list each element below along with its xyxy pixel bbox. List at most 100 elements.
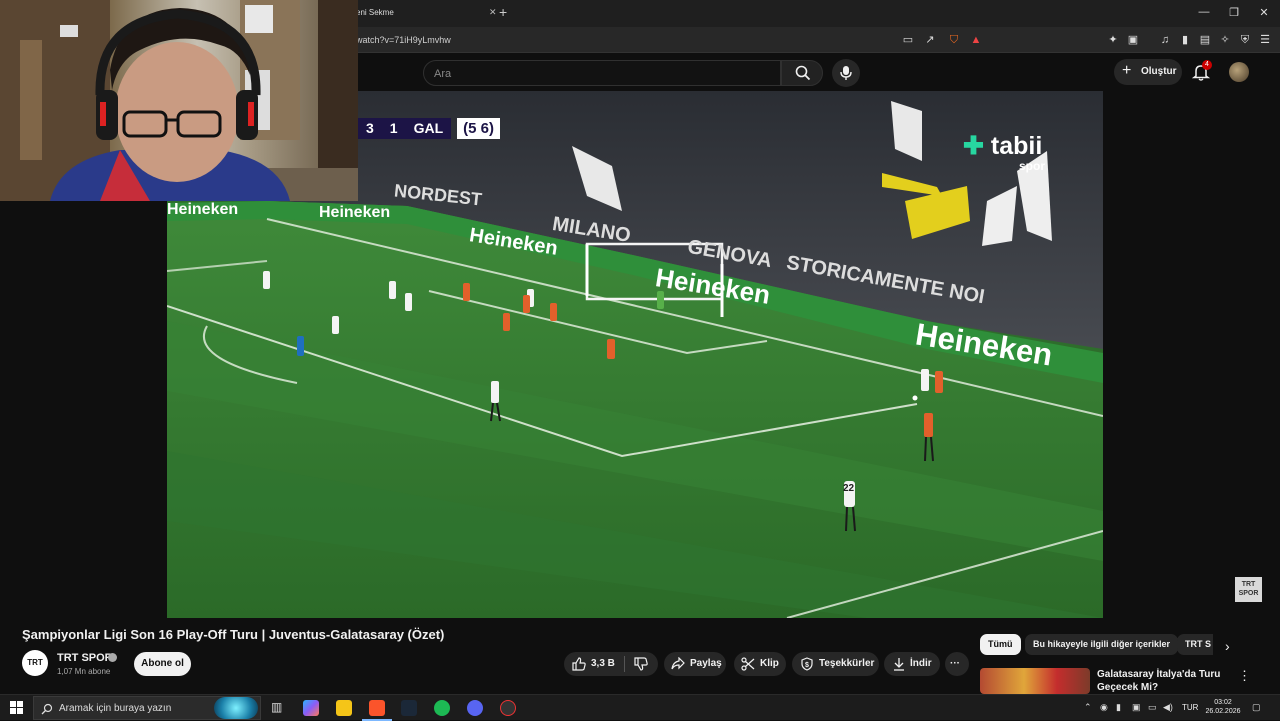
like-button[interactable]: 3,3 B: [564, 652, 622, 676]
recommendation-menu-icon[interactable]: ⋮: [1238, 668, 1251, 684]
channel-avatar[interactable]: TRT: [22, 650, 48, 676]
tray-display-icon[interactable]: ▭: [1148, 702, 1157, 713]
tab-close-icon[interactable]: ✕: [489, 7, 497, 18]
rewards-icon[interactable]: ▲: [969, 33, 983, 47]
share-icon: [671, 657, 685, 670]
search-input[interactable]: Ara: [423, 60, 781, 86]
like-count: 3,3 B: [591, 658, 615, 669]
spotify-app-icon[interactable]: [434, 700, 450, 716]
steam-app-icon[interactable]: [401, 700, 417, 716]
extensions-icon[interactable]: ✦: [1106, 33, 1120, 47]
windows-start-icon[interactable]: [10, 701, 23, 714]
search-button[interactable]: [781, 60, 823, 86]
share-button[interactable]: Paylaş: [664, 652, 726, 676]
cast-icon[interactable]: ▭: [901, 33, 915, 47]
trt-watermark: TRT SPOR: [1235, 577, 1262, 602]
tray-language[interactable]: TUR: [1182, 703, 1198, 712]
account-avatar[interactable]: [1229, 62, 1249, 82]
like-dislike-group: 3,3 B: [564, 652, 658, 676]
broadcaster-logo: ✚ tabii: [963, 131, 1042, 161]
url-field[interactable]: watch?v=71iH9yLmvhw: [356, 35, 451, 45]
screenshot-icon[interactable]: ▣: [1126, 33, 1140, 47]
verified-icon: [108, 653, 117, 662]
notification-badge: 4: [1202, 60, 1212, 70]
new-tab-icon[interactable]: +: [499, 4, 507, 20]
vpn-icon[interactable]: ⛨: [1238, 33, 1252, 47]
tray-mic-icon[interactable]: ▮: [1116, 702, 1121, 713]
tray-time: 03:02: [1214, 699, 1232, 706]
thumbs-up-icon: [572, 657, 586, 671]
tray-volume-icon[interactable]: ◀): [1163, 702, 1173, 713]
close-window-icon[interactable]: ✕: [1257, 6, 1271, 19]
tray-app-icon[interactable]: ◉: [1100, 702, 1108, 713]
like-divider: [624, 656, 625, 672]
brave-shield-icon[interactable]: ⛉: [947, 33, 961, 47]
tray-clock[interactable]: 03:02 26.02.2026: [1205, 698, 1241, 716]
thanks-label: Teşekkürler: [819, 658, 875, 669]
svg-text:$: $: [805, 662, 809, 669]
notification-center-icon[interactable]: ▢: [1252, 702, 1261, 713]
recommendation-thumbnail[interactable]: [980, 668, 1090, 694]
clip-button[interactable]: Klip: [734, 652, 786, 676]
wallet-icon[interactable]: ▤: [1198, 33, 1212, 47]
download-icon: [894, 658, 904, 671]
super-thanks-icon: $: [801, 657, 813, 671]
dislike-button[interactable]: [626, 652, 658, 676]
taskbar-search-icon: [41, 703, 53, 715]
subscriber-count: 1,07 Mn abone: [57, 667, 111, 676]
home-score: 3: [358, 118, 382, 139]
tab-title[interactable]: eni Sekme: [356, 8, 394, 17]
sponsor-board-1: Heineken: [167, 201, 239, 218]
chevron-right-icon[interactable]: ›: [1225, 638, 1230, 654]
subscribe-button[interactable]: Abone ol: [134, 652, 191, 676]
menu-icon[interactable]: ☰: [1258, 33, 1272, 47]
sponsor-board-2: Heineken: [319, 204, 391, 221]
thanks-button[interactable]: $ Teşekkürler: [792, 652, 879, 676]
create-label: Oluştur: [1141, 66, 1177, 77]
plus-icon: +: [1122, 62, 1132, 79]
create-button[interactable]: + Oluştur: [1114, 59, 1182, 85]
tabii-mark-icon: ✚: [963, 132, 984, 160]
chip-trt[interactable]: TRT S: [1177, 634, 1213, 655]
more-dots-icon: ···: [950, 658, 960, 669]
away-team: GAL: [405, 118, 452, 139]
file-explorer-app-icon[interactable]: [336, 700, 352, 716]
tray-date: 26.02.2026: [1205, 708, 1241, 715]
clip-label: Klip: [760, 658, 779, 669]
video-title: Şampiyonlar Ligi Son 16 Play-Off Turu | …: [22, 627, 445, 642]
restore-icon[interactable]: ❐: [1227, 6, 1241, 19]
scissors-icon: [741, 657, 755, 671]
tray-network-icon[interactable]: ▣: [1132, 702, 1141, 713]
recommendation-title[interactable]: Galatasaray İtalya'da Turu Geçecek Mi?: [1097, 668, 1232, 694]
search-highlight-icon: [214, 697, 258, 719]
task-view-icon[interactable]: ▥: [271, 700, 282, 714]
thumbs-down-icon: [634, 657, 648, 671]
voice-search-button[interactable]: [832, 59, 860, 87]
share-page-icon[interactable]: ↗: [923, 33, 937, 47]
download-button[interactable]: İndir: [884, 652, 940, 676]
taskbar-search-placeholder: Aramak için buraya yazın: [59, 703, 172, 714]
broadcaster-sub: spor: [1019, 159, 1046, 173]
sidebar-toggle-icon[interactable]: ▮: [1178, 33, 1192, 47]
search-icon: [795, 65, 811, 81]
copilot-app-icon[interactable]: [303, 700, 319, 716]
tabii-logo-text: tabii: [990, 132, 1043, 160]
chip-all[interactable]: Tümü: [980, 634, 1021, 655]
tray-overflow-icon[interactable]: ⌃: [1084, 702, 1092, 713]
search-placeholder: Ara: [434, 68, 452, 80]
music-icon[interactable]: ♫: [1158, 33, 1172, 47]
channel-name[interactable]: TRT SPOR: [57, 652, 113, 664]
minimize-icon[interactable]: —: [1197, 6, 1211, 18]
chip-related-story[interactable]: Bu hikayeyle ilgili diğer içerikler: [1025, 634, 1179, 655]
webcam-overlay: [0, 0, 358, 201]
download-label: İndir: [910, 658, 932, 669]
obs-app-icon[interactable]: [500, 700, 516, 716]
away-score: 1: [381, 118, 406, 139]
taskbar-search-input[interactable]: Aramak için buraya yazın: [33, 696, 261, 720]
brave-app-icon[interactable]: [369, 700, 385, 716]
scoreboard: 3 1 GAL (5 6): [358, 118, 500, 139]
discord-app-icon[interactable]: [467, 700, 483, 716]
leo-ai-icon[interactable]: ✧: [1218, 33, 1232, 47]
player-number: 22: [843, 483, 855, 494]
more-actions-button[interactable]: ···: [945, 652, 969, 676]
